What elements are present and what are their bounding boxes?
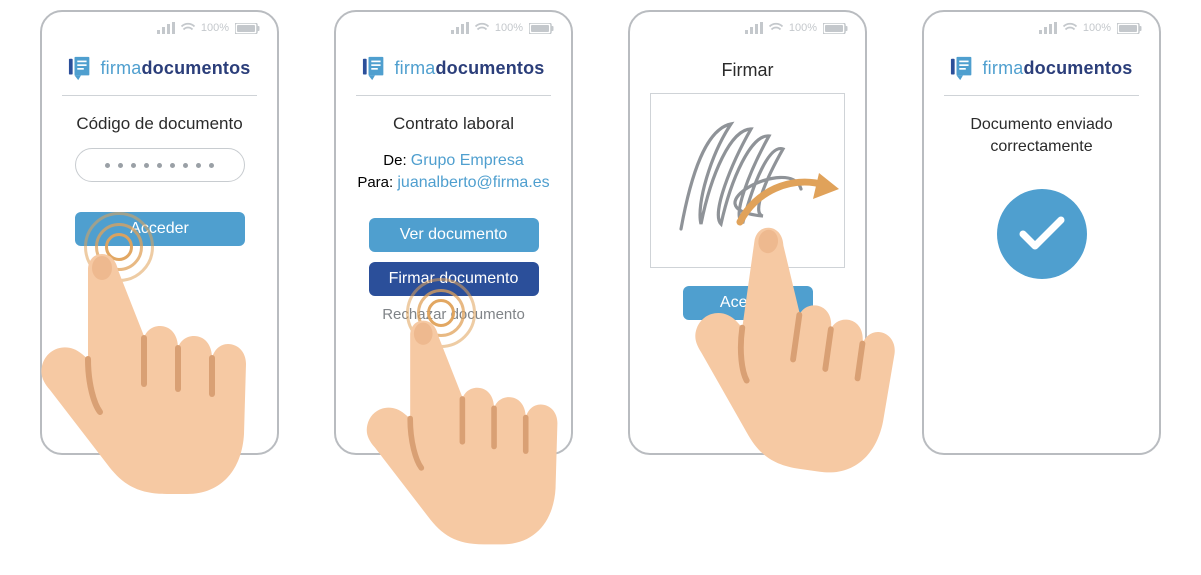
phone-step-2: 100% firmadocumentos Contrato laboral De… xyxy=(334,10,573,455)
doc-code-heading: Código de documento xyxy=(60,114,259,134)
battery-pct: 100% xyxy=(201,22,229,34)
app-logo: firmadocumentos xyxy=(354,55,553,81)
battery-icon xyxy=(823,23,849,34)
wifi-icon xyxy=(1063,22,1077,34)
success-check-icon xyxy=(997,189,1087,279)
wifi-icon xyxy=(475,22,489,34)
logo-icon xyxy=(68,55,94,81)
to-value: juanalberto@firma.es xyxy=(397,174,549,191)
success-message: Documento enviado correctamente xyxy=(942,114,1141,159)
status-bar: 100% xyxy=(745,22,849,34)
from-label: De: xyxy=(383,152,411,169)
status-bar: 100% xyxy=(157,22,261,34)
accept-button[interactable]: Aceptar xyxy=(683,286,813,320)
signature-pad[interactable] xyxy=(650,93,845,268)
from-value: Grupo Empresa xyxy=(411,152,524,169)
signal-icon xyxy=(1039,22,1057,34)
battery-pct: 100% xyxy=(789,22,817,34)
signal-icon xyxy=(157,22,175,34)
reject-doc-link[interactable]: Rechazar documento xyxy=(354,306,553,323)
doc-title: Contrato laboral xyxy=(354,114,553,134)
wifi-icon xyxy=(769,22,783,34)
battery-icon xyxy=(235,23,261,34)
phone-step-4: 100% firmadocumentos Documento enviado c… xyxy=(922,10,1161,455)
clear-link[interactable]: Borrar xyxy=(648,330,847,347)
battery-pct: 100% xyxy=(1083,22,1111,34)
hand-icon xyxy=(358,290,563,575)
divider xyxy=(356,95,551,96)
divider xyxy=(944,95,1139,96)
phone-step-3: 100% Firmar Aceptar Borrar xyxy=(628,10,867,455)
battery-pct: 100% xyxy=(495,22,523,34)
signature-scribble-icon xyxy=(651,94,846,269)
sign-doc-button[interactable]: Firmar documento xyxy=(369,262,539,296)
logo-icon xyxy=(950,55,976,81)
doc-code-input[interactable] xyxy=(75,148,245,182)
signal-icon xyxy=(745,22,763,34)
battery-icon xyxy=(529,23,555,34)
sign-title: Firmar xyxy=(648,60,847,81)
app-logo: firmadocumentos xyxy=(60,55,259,81)
view-doc-button[interactable]: Ver documento xyxy=(369,218,539,252)
access-button[interactable]: Acceder xyxy=(75,212,245,246)
wifi-icon xyxy=(181,22,195,34)
signal-icon xyxy=(451,22,469,34)
app-logo: firmadocumentos xyxy=(942,55,1141,81)
divider xyxy=(62,95,257,96)
battery-icon xyxy=(1117,23,1143,34)
status-bar: 100% xyxy=(451,22,555,34)
phone-step-1: 100% firmadocumentos Código de documento… xyxy=(40,10,279,455)
logo-icon xyxy=(362,55,388,81)
to-label: Para: xyxy=(357,174,397,191)
hand-icon xyxy=(32,224,252,524)
status-bar: 100% xyxy=(1039,22,1143,34)
